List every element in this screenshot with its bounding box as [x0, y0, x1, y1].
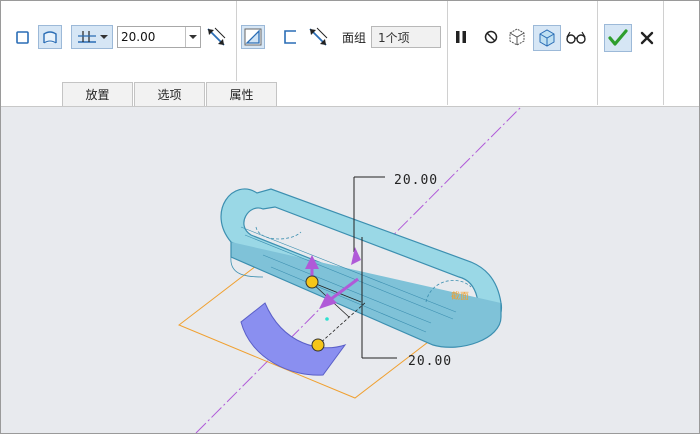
- dim-top-label[interactable]: 20.00: [394, 173, 438, 188]
- ok-button[interactable]: [604, 24, 632, 52]
- surface-quilt: [240, 302, 347, 376]
- tab-options[interactable]: 选项: [134, 82, 205, 106]
- separator: [597, 1, 598, 105]
- flip-material-side-icon[interactable]: [306, 25, 330, 49]
- ref-label: 面组: [342, 31, 367, 45]
- dashboard-tabs: 放置 选项 属性: [62, 82, 278, 106]
- solid-icon[interactable]: [11, 25, 35, 49]
- graphics-viewport[interactable]: 20.00 20.00 截面: [1, 107, 699, 433]
- tab-properties[interactable]: 属性: [206, 82, 277, 106]
- blind-depth-icon: [78, 31, 96, 43]
- checkmark-icon: [608, 29, 628, 46]
- extrude-dashboard: 20.00 面组 1个项 放置 选项 属性: [1, 1, 699, 107]
- drag-handle-top[interactable]: [305, 275, 319, 289]
- surface-reference-collector[interactable]: 1个项: [371, 26, 441, 48]
- separate-preview-icon[interactable]: [505, 25, 529, 49]
- thicken-sketch-icon[interactable]: [279, 25, 303, 49]
- separator: [236, 1, 237, 81]
- origin-point: [325, 317, 329, 321]
- separator: [663, 1, 664, 105]
- dim-bottom-label[interactable]: 20.00: [408, 354, 452, 369]
- pause-icon[interactable]: [449, 25, 473, 49]
- chevron-down-icon[interactable]: [185, 27, 200, 47]
- plane-label: 截面: [451, 290, 469, 302]
- depth-value-combo[interactable]: 20.00: [117, 26, 201, 48]
- glasses-icon[interactable]: [564, 25, 588, 49]
- ref-value: 1个项: [378, 30, 410, 45]
- no-preview-icon[interactable]: [479, 25, 503, 49]
- depth-value[interactable]: 20.00: [118, 30, 185, 44]
- depth-type-button[interactable]: [71, 25, 113, 49]
- cancel-button[interactable]: [635, 26, 659, 50]
- drag-handle-bottom[interactable]: [311, 338, 325, 352]
- tab-placement[interactable]: 放置: [62, 82, 133, 106]
- remove-material-icon[interactable]: [241, 25, 265, 49]
- chevron-down-icon: [100, 35, 108, 39]
- close-icon: [640, 31, 654, 45]
- verify-preview-icon[interactable]: [533, 25, 561, 51]
- flip-depth-direction-icon[interactable]: [204, 25, 228, 49]
- separator: [447, 1, 448, 105]
- surface-icon[interactable]: [38, 25, 62, 49]
